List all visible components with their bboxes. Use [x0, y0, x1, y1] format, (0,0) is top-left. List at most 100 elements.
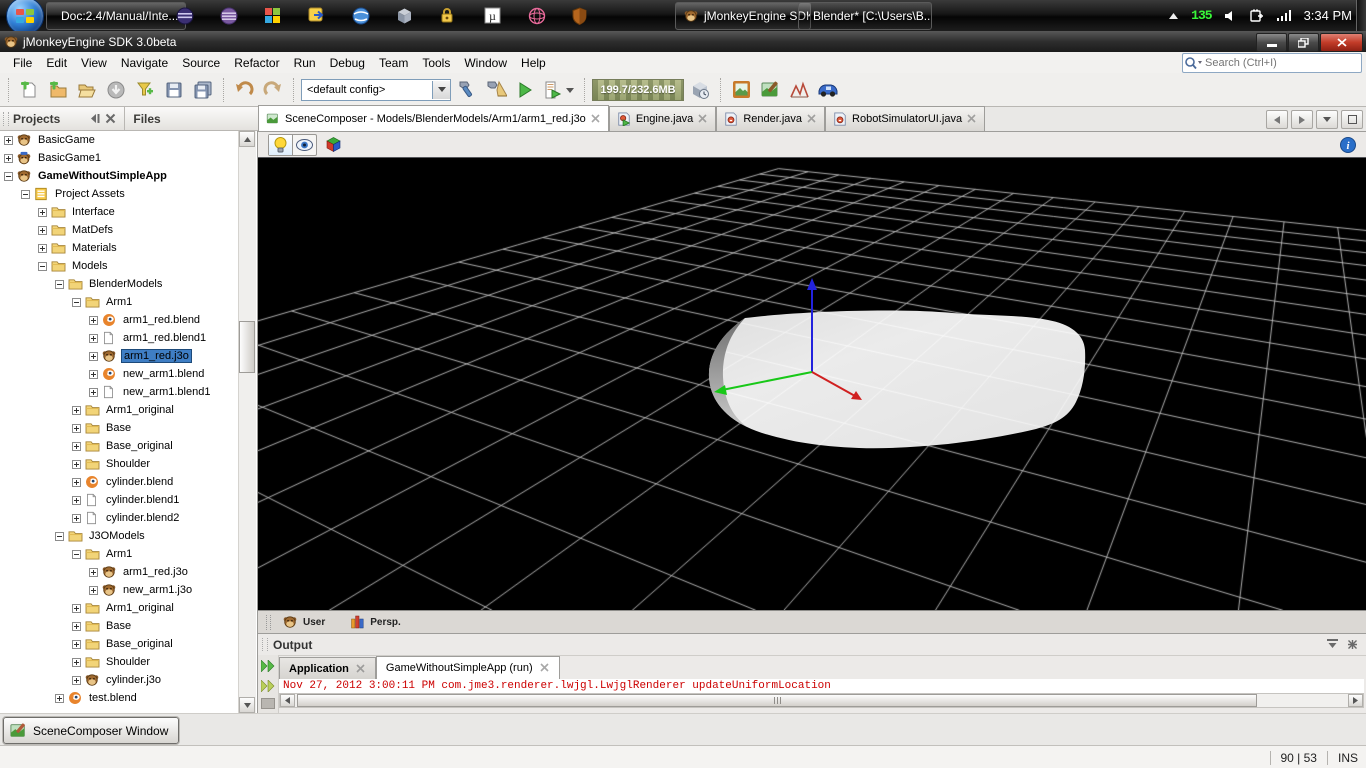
wireframe-icon[interactable] [528, 7, 546, 25]
menu-team[interactable]: Team [372, 54, 415, 72]
chrome-taskbar-button[interactable]: Doc:2.4/Manual/Inte... [46, 2, 186, 30]
menu-source[interactable]: Source [175, 54, 227, 72]
tree-item[interactable]: Materials [0, 239, 240, 257]
tree-item[interactable]: BlenderModels [0, 275, 240, 293]
tree-item[interactable]: Shoulder [0, 455, 240, 473]
close-icon[interactable] [967, 114, 977, 124]
tree-item[interactable]: test.blend [0, 689, 240, 707]
tree-item[interactable]: Arm1_original [0, 599, 240, 617]
tree-item[interactable]: new_arm1.blend [0, 365, 240, 383]
files-header-tab[interactable]: Files [124, 107, 258, 130]
scrollbar-thumb[interactable] [239, 321, 255, 373]
tree-item[interactable]: Project Assets [0, 185, 240, 203]
network-signal-icon[interactable] [1277, 10, 1291, 21]
scene-cube-icon[interactable] [325, 136, 342, 153]
editor-tab[interactable]: Render.java [716, 106, 825, 131]
battery-meter[interactable]: 135 [1191, 8, 1211, 23]
tree-item[interactable]: BasicGame [0, 131, 240, 149]
editor-tab[interactable]: Engine.java [609, 106, 717, 131]
restore-button[interactable] [1288, 33, 1319, 52]
search-input[interactable] [1203, 56, 1361, 70]
arm-model[interactable] [709, 311, 1085, 449]
vehicle-tool-button[interactable] [815, 77, 841, 103]
minimize-output-icon[interactable] [1326, 639, 1339, 650]
info-icon[interactable]: i [1340, 137, 1356, 153]
camera-user-icon[interactable] [283, 615, 297, 629]
expand-handle[interactable] [72, 460, 81, 469]
collapse-handle[interactable] [72, 550, 81, 559]
filter-button[interactable] [132, 77, 158, 103]
tree-item[interactable]: arm1_red.blend [0, 311, 240, 329]
menu-tools[interactable]: Tools [415, 54, 457, 72]
output-tab[interactable]: Application [279, 657, 376, 679]
menu-edit[interactable]: Edit [39, 54, 74, 72]
close-icon[interactable] [807, 114, 817, 124]
editor-tab[interactable]: SceneComposer - Models/BlenderModels/Arm… [258, 105, 609, 131]
expand-handle[interactable] [72, 514, 81, 523]
tree-item[interactable]: J3OModels [0, 527, 240, 545]
tree-item[interactable]: Base [0, 419, 240, 437]
expand-handle[interactable] [72, 640, 81, 649]
tree-item[interactable]: Base_original [0, 437, 240, 455]
terrain-tool-button[interactable] [757, 77, 783, 103]
expand-handle[interactable] [89, 568, 98, 577]
volume-icon[interactable] [1225, 10, 1237, 22]
save-button[interactable] [161, 77, 187, 103]
tree-item[interactable]: Shoulder [0, 653, 240, 671]
collapse-handle[interactable] [55, 280, 64, 289]
collapse-handle[interactable] [38, 262, 47, 271]
projects-title[interactable]: Projects [13, 112, 60, 126]
scenecomposer-window-button[interactable]: SceneComposer Window [3, 717, 179, 744]
run-button[interactable] [512, 77, 538, 103]
shield-icon[interactable] [572, 7, 590, 25]
scroll-tabs-right-button[interactable] [1291, 110, 1313, 129]
collapse-handle[interactable] [55, 532, 64, 541]
tab-list-dropdown-button[interactable] [1316, 110, 1338, 129]
tree-item[interactable]: Interface [0, 203, 240, 221]
tree-item[interactable]: Base [0, 617, 240, 635]
tree-item[interactable]: MatDefs [0, 221, 240, 239]
expand-handle[interactable] [38, 208, 47, 217]
chevron-down-icon[interactable] [432, 81, 450, 99]
redo-button[interactable] [260, 77, 286, 103]
scroll-left-button[interactable] [280, 694, 295, 707]
debug-button[interactable] [541, 77, 577, 103]
projection-label[interactable]: Persp. [370, 617, 401, 628]
tree-item[interactable]: cylinder.blend1 [0, 491, 240, 509]
config-select[interactable]: <default config> [301, 79, 451, 101]
search-box[interactable] [1182, 53, 1362, 73]
perspective-icon[interactable] [351, 615, 364, 629]
close-panel-icon[interactable] [105, 113, 116, 124]
expand-handle[interactable] [89, 316, 98, 325]
tree-item[interactable]: new_arm1.blend1 [0, 383, 240, 401]
hscrollbar-thumb[interactable] [297, 694, 1257, 707]
menu-debug[interactable]: Debug [323, 54, 372, 72]
collapse-handle[interactable] [72, 298, 81, 307]
tree-item[interactable]: cylinder.j3o [0, 671, 240, 689]
tree-item[interactable]: arm1_red.blend1 [0, 329, 240, 347]
expand-handle[interactable] [4, 154, 13, 163]
expand-handle[interactable] [89, 334, 98, 343]
undo-button[interactable] [231, 77, 257, 103]
tree-item[interactable]: cylinder.blend2 [0, 509, 240, 527]
show-desktop-button[interactable] [1356, 0, 1366, 31]
image-tool-button[interactable] [728, 77, 754, 103]
tree-item[interactable]: Models [0, 257, 240, 275]
build-button[interactable] [454, 77, 480, 103]
mu-icon[interactable]: µ [484, 7, 502, 25]
tree-item[interactable]: arm1_red.j3o [0, 347, 240, 365]
editor-tab[interactable]: RobotSimulatorUI.java [825, 106, 985, 131]
open-project-button[interactable] [74, 77, 100, 103]
windows-colors-icon[interactable] [264, 7, 282, 25]
scroll-down-button[interactable] [239, 697, 255, 713]
expand-handle[interactable] [89, 388, 98, 397]
tree-item[interactable]: cylinder.blend [0, 473, 240, 491]
output-tab[interactable]: GameWithoutSimpleApp (run) [376, 656, 560, 679]
camera-label[interactable]: User [303, 617, 325, 628]
globe-icon[interactable] [352, 7, 370, 25]
gray-cube-icon[interactable] [396, 7, 414, 25]
menu-navigate[interactable]: Navigate [114, 54, 175, 72]
expand-handle[interactable] [89, 586, 98, 595]
clock[interactable]: 3:34 PM [1304, 8, 1352, 23]
minimize-button[interactable] [1256, 33, 1287, 52]
